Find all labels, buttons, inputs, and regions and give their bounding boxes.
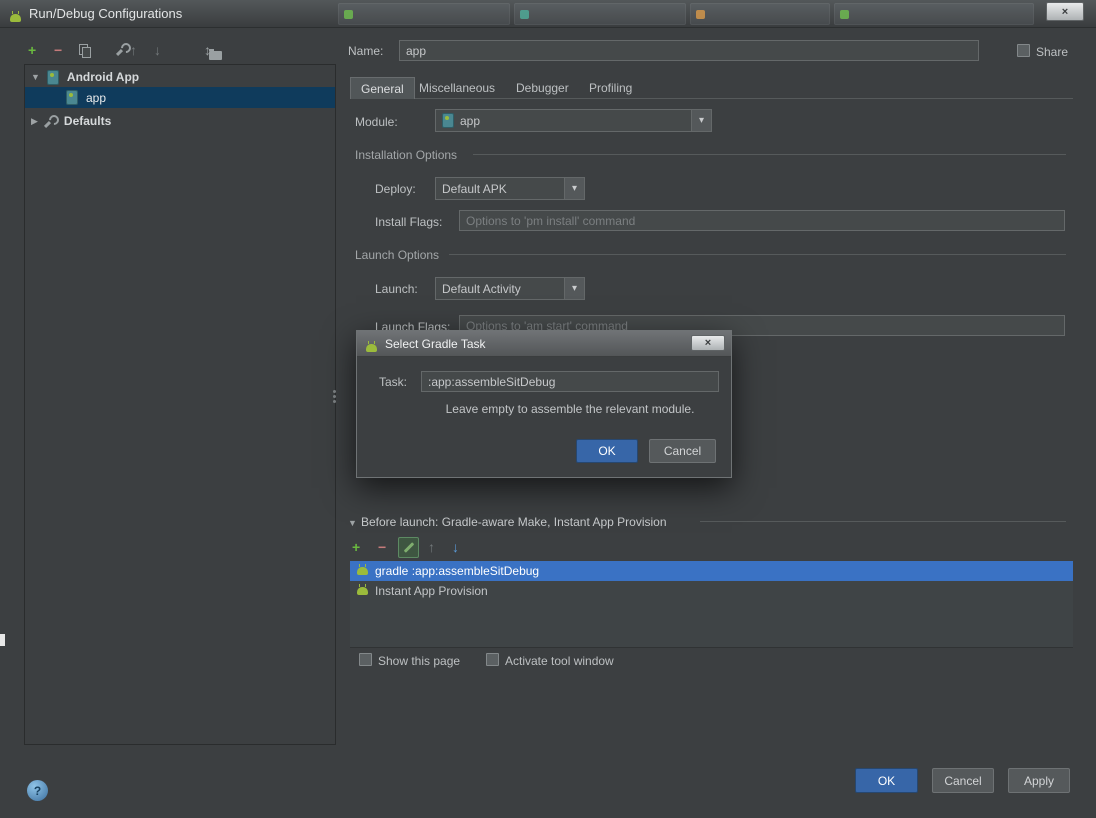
- deploy-dropdown[interactable]: Default APK ▾: [435, 177, 585, 200]
- copy-configuration-icon[interactable]: [82, 47, 91, 58]
- dialog-hint: Leave empty to assemble the relevant mod…: [445, 402, 695, 416]
- move-task-down-button[interactable]: ↓: [452, 539, 459, 555]
- window-close-button[interactable]: ×: [1046, 2, 1084, 21]
- tab-profiling[interactable]: Profiling: [579, 77, 642, 99]
- launch-options-section: Launch Options: [355, 248, 440, 262]
- dialog-cancel-button[interactable]: Cancel: [649, 439, 716, 463]
- dialog-ok-button[interactable]: OK: [576, 439, 638, 463]
- tree-expanded-icon[interactable]: ▼: [31, 72, 40, 82]
- name-label: Name:: [348, 44, 384, 58]
- list-item-gradle-task[interactable]: gradle :app:assembleSitDebug: [350, 561, 1073, 581]
- gradle-task-icon: [357, 564, 368, 575]
- activate-tool-window-label: Activate tool window: [505, 654, 614, 668]
- before-launch-collapse-icon[interactable]: ▼: [348, 518, 357, 528]
- apply-button[interactable]: Apply: [1008, 768, 1070, 793]
- configurations-toolbar: + − ↑ ↓ ↕: [24, 40, 336, 62]
- show-this-page-label: Show this page: [378, 654, 461, 668]
- chevron-down-icon: ▾: [691, 110, 711, 131]
- module-value: app: [460, 113, 481, 128]
- splitter-handle[interactable]: [333, 390, 336, 393]
- before-launch-header: Before launch: Gradle-aware Make, Instan…: [361, 515, 667, 529]
- defaults-icon: [44, 115, 57, 128]
- android-app-icon: [10, 11, 21, 22]
- chevron-down-icon: ▾: [564, 178, 584, 199]
- edit-defaults-icon[interactable]: [116, 43, 129, 56]
- cancel-button[interactable]: Cancel: [932, 768, 994, 793]
- pencil-icon: [403, 542, 414, 553]
- dialog-close-button[interactable]: ×: [691, 335, 725, 351]
- remove-configuration-button[interactable]: −: [54, 42, 62, 58]
- help-button[interactable]: ?: [27, 780, 48, 801]
- tab-debugger[interactable]: Debugger: [506, 77, 579, 99]
- installation-options-section: Installation Options: [355, 148, 458, 162]
- sort-configurations-button[interactable]: ↕: [204, 42, 211, 58]
- move-config-up-button[interactable]: ↑: [130, 42, 137, 58]
- android-app-type-icon: [46, 69, 59, 85]
- section-separator: [449, 254, 1066, 255]
- taskbar-button-ghost[interactable]: [338, 3, 510, 25]
- activate-tool-window-checkbox[interactable]: [486, 653, 499, 666]
- tab-miscellaneous[interactable]: Miscellaneous: [409, 77, 505, 99]
- list-item-instant-app-provision[interactable]: Instant App Provision: [350, 581, 1073, 601]
- app-module-icon: [66, 90, 78, 105]
- tree-item-label: app: [86, 90, 107, 105]
- section-separator: [473, 154, 1066, 155]
- tree-item-app-selected[interactable]: app: [25, 87, 335, 108]
- instant-app-icon: [357, 584, 368, 595]
- tree-item-label: Android App: [66, 70, 140, 84]
- module-label: Module:: [355, 115, 398, 129]
- chevron-down-icon: ▾: [564, 278, 584, 299]
- taskbar-button-ghost[interactable]: [514, 3, 686, 25]
- list-item-label: Instant App Provision: [375, 584, 488, 598]
- launch-dropdown[interactable]: Default Activity ▾: [435, 277, 585, 300]
- remove-task-button[interactable]: −: [378, 539, 386, 555]
- launch-value: Default Activity: [442, 281, 521, 296]
- window-titlebar: Run/Debug Configurations ×: [0, 0, 1096, 28]
- tree-item-label: Defaults: [63, 114, 112, 128]
- move-config-down-button[interactable]: ↓: [154, 42, 161, 58]
- edit-task-button[interactable]: [398, 537, 419, 558]
- before-launch-list: gradle :app:assembleSitDebug Instant App…: [350, 561, 1073, 648]
- screen-artifact: [0, 634, 5, 646]
- run-debug-configurations-window: Run/Debug Configurations × + − ↑ ↓ ↕ ▼ A…: [0, 0, 1096, 818]
- show-this-page-checkbox[interactable]: [359, 653, 372, 666]
- name-input[interactable]: [399, 40, 979, 61]
- module-icon: [442, 113, 454, 128]
- module-dropdown[interactable]: app ▾: [435, 109, 712, 132]
- deploy-value: Default APK: [442, 181, 507, 196]
- window-title: Run/Debug Configurations: [29, 6, 183, 21]
- launch-label: Launch:: [375, 282, 418, 296]
- install-flags-input[interactable]: [459, 210, 1065, 231]
- share-checkbox[interactable]: [1017, 44, 1030, 57]
- list-item-label: gradle :app:assembleSitDebug: [375, 564, 540, 578]
- taskbar-button-ghost[interactable]: [834, 3, 1034, 25]
- tree-collapsed-icon[interactable]: ▶: [31, 116, 38, 127]
- add-task-button[interactable]: +: [352, 539, 360, 555]
- taskbar-button-ghost[interactable]: [690, 3, 830, 25]
- install-flags-label: Install Flags:: [375, 215, 443, 229]
- ok-button[interactable]: OK: [855, 768, 918, 793]
- add-configuration-button[interactable]: +: [28, 42, 36, 58]
- dialog-titlebar[interactable]: Select Gradle Task ×: [357, 331, 731, 357]
- android-app-icon: [366, 341, 377, 352]
- task-label: Task:: [379, 375, 408, 389]
- share-label: Share: [1036, 45, 1069, 59]
- tree-item-defaults[interactable]: ▶ Defaults: [25, 111, 335, 131]
- dialog-title: Select Gradle Task: [385, 337, 486, 351]
- before-launch-toolbar: + − ↑ ↓: [350, 537, 1073, 559]
- configurations-tree-panel: ▼ Android App app ▶ Defaults: [24, 64, 336, 745]
- tab-general[interactable]: General: [350, 77, 415, 99]
- task-input[interactable]: [421, 371, 719, 392]
- deploy-label: Deploy:: [375, 182, 416, 196]
- select-gradle-task-dialog: Select Gradle Task × Task: Leave empty t…: [356, 330, 732, 478]
- section-separator: [700, 521, 1066, 522]
- tree-item-android-app[interactable]: ▼ Android App: [25, 67, 335, 87]
- move-task-up-button[interactable]: ↑: [428, 539, 435, 555]
